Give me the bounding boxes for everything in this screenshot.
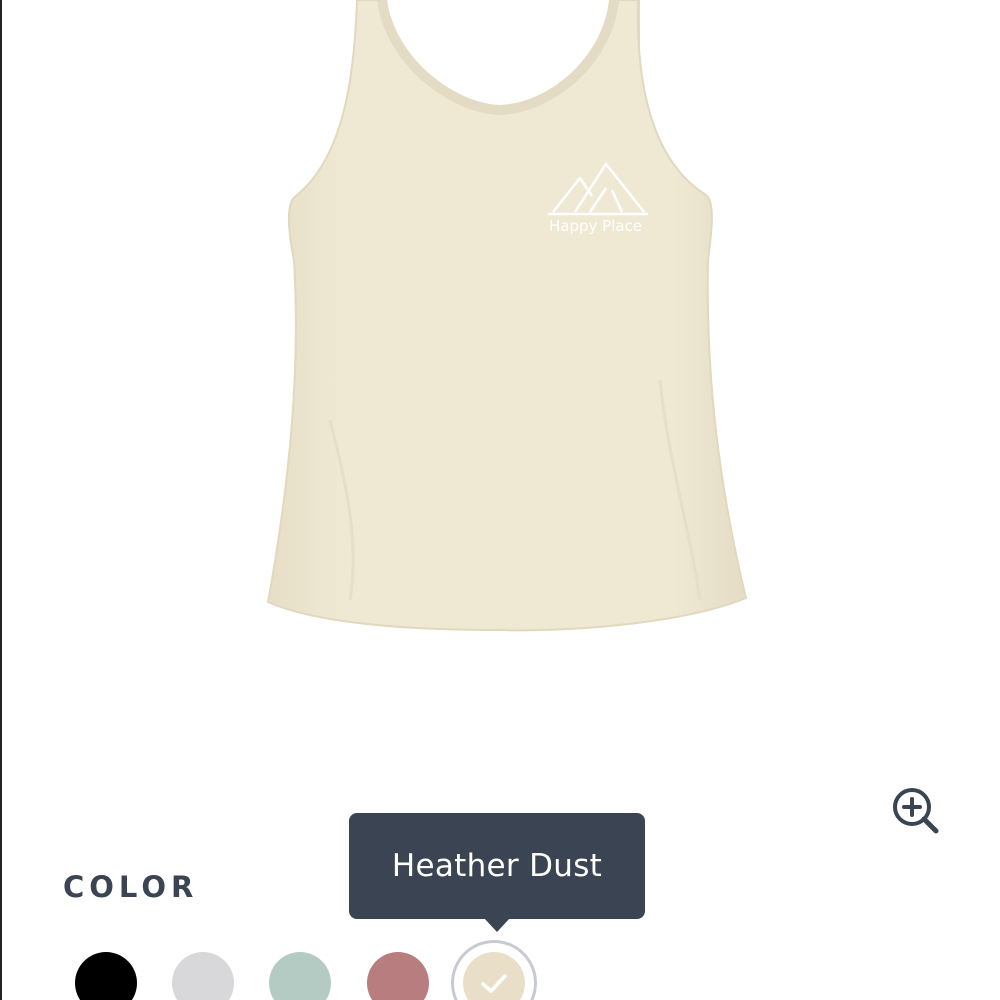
print-text: Happy Place — [549, 217, 642, 235]
zoom-button[interactable] — [888, 782, 944, 838]
swatch-sage[interactable] — [269, 952, 331, 1000]
zoom-in-icon — [893, 788, 939, 834]
swatch-light-gray[interactable] — [172, 952, 234, 1000]
product-image[interactable]: Happy Place — [0, 0, 1000, 760]
tooltip-text: Heather Dust — [391, 848, 603, 884]
color-heading: COLOR — [63, 870, 199, 904]
color-tooltip: Heather Dust — [349, 813, 645, 919]
product-page: Happy Place COLOR Heather Dust — [0, 0, 1000, 1000]
tank-top-body — [266, 0, 748, 632]
tooltip-arrow — [484, 918, 510, 932]
swatch-mauve[interactable] — [367, 952, 429, 1000]
swatch-black[interactable] — [75, 952, 137, 1000]
checkmark-icon — [481, 974, 507, 993]
